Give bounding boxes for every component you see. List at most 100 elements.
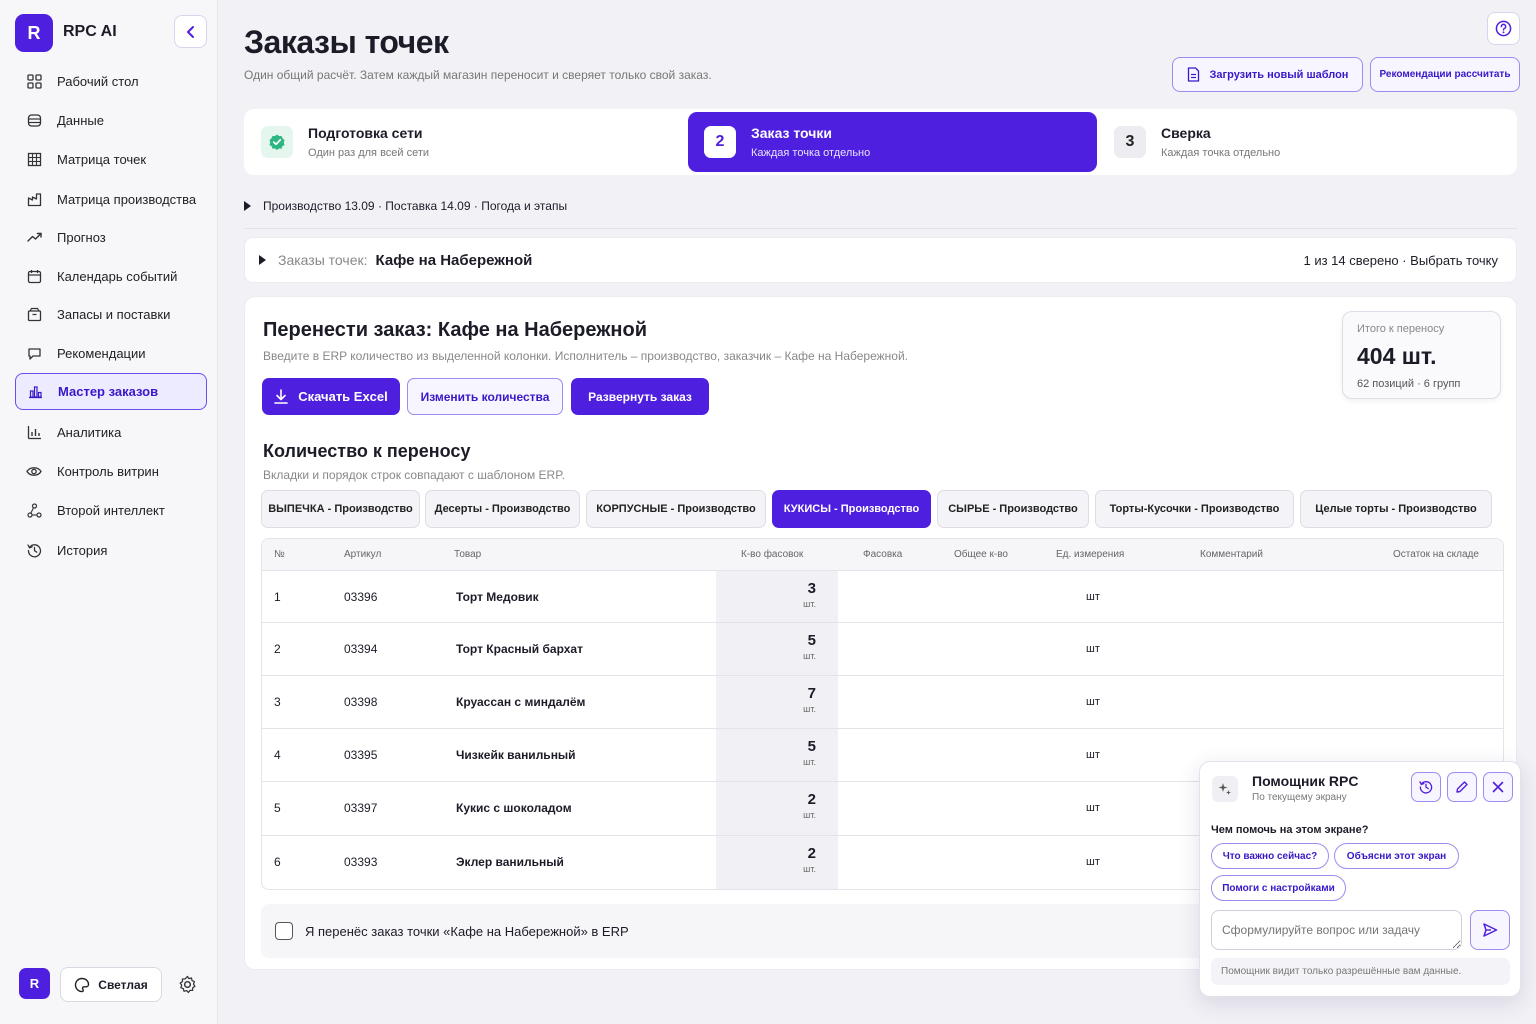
collapse-sidebar-button[interactable] (174, 15, 207, 48)
download-excel-label: Скачать Excel (298, 389, 388, 404)
tab-raw-materials[interactable]: СЫРЬЕ - Производство (937, 490, 1089, 528)
sidebar-item-analytics[interactable]: Аналитика (15, 414, 207, 451)
expand-order-button[interactable]: Развернуть заказ (571, 378, 709, 415)
sidebar-item-label: Данные (57, 113, 104, 128)
bar-chart-icon (27, 384, 43, 400)
recommendations-calc-button[interactable]: Рекомендации рассчитать (1370, 57, 1520, 92)
total-summary: Итого к переносу 404 шт. 62 позиций · 6 … (1342, 311, 1501, 399)
expand-order-label: Развернуть заказ (588, 389, 692, 404)
transfer-confirm-label[interactable]: Я перенёс заказ точки «Кафе на Набережно… (305, 924, 629, 939)
expand-triangle-icon (259, 255, 266, 265)
sidebar-item-point-matrix[interactable]: Матрица точек (15, 141, 207, 178)
store-progress[interactable]: 1 из 14 сверено · Выбрать точку (1304, 253, 1499, 268)
tab-bakery[interactable]: ВЫПЕЧКА - Производство (261, 490, 420, 528)
step-subtitle: Один раз для всей сети (308, 147, 430, 159)
app-name: RPC AI (63, 23, 117, 40)
assistant-new-chat-button[interactable] (1447, 772, 1477, 802)
qty-unit: шт. (803, 651, 816, 661)
sidebar-item-dashboard[interactable]: Рабочий стол (15, 63, 207, 100)
chip-explain-screen[interactable]: Объясни этот экран (1334, 843, 1459, 869)
table-row: 1 03396 Торт Медовик 3 шт. шт (262, 571, 1503, 623)
theme-toggle-button[interactable]: Светлая (60, 967, 162, 1002)
edit-quantities-button[interactable]: Изменить количества (407, 378, 563, 415)
qty-value: 5 (807, 738, 816, 755)
factory-icon (26, 192, 42, 208)
gear-icon (179, 975, 196, 994)
tab-cake-slices[interactable]: Торты-Кусочки - Производство (1095, 490, 1294, 528)
row-product: Торт Красный бархат (456, 642, 583, 656)
col-product: Товар (454, 549, 482, 560)
sidebar-item-recommendations[interactable]: Рекомендации (15, 335, 207, 372)
sidebar-item-label: Прогноз (57, 230, 106, 245)
assistant-close-button[interactable] (1483, 772, 1513, 802)
transfer-confirm-checkbox[interactable] (275, 922, 293, 940)
tab-cookies[interactable]: КУКИСЫ - Производство (772, 490, 931, 528)
qty-unit: шт. (803, 810, 816, 820)
assistant-subtitle: По текущему экрану (1252, 792, 1347, 803)
qty-unit: шт. (803, 704, 816, 714)
assistant-input[interactable] (1211, 910, 1462, 950)
row-number: 4 (274, 748, 281, 762)
row-product: Круассан с миндалём (456, 695, 586, 709)
row-number: 6 (274, 855, 281, 869)
edit-quantities-label: Изменить количества (420, 389, 550, 404)
sidebar-item-production-matrix[interactable]: Матрица производства (15, 181, 207, 218)
step-reconciliation[interactable]: 3 Сверка Каждая точка отдельно (1114, 109, 1280, 175)
upload-template-button[interactable]: Загрузить новый шаблон (1172, 57, 1363, 92)
step-network-prep[interactable]: Подготовка сети Один раз для всей сети (261, 109, 429, 175)
store-selector-bar[interactable]: Заказы точек: Кафе на Набережной 1 из 14… (244, 237, 1517, 283)
history-icon (26, 543, 42, 559)
history-icon (1419, 781, 1433, 794)
sidebar-item-events-calendar[interactable]: Календарь событий (15, 258, 207, 295)
row-unit: шт (1086, 696, 1100, 708)
sidebar-item-label: Матрица точек (57, 152, 147, 167)
production-details-toggle[interactable]: Производство 13.09 · Поставка 14.09 · По… (244, 199, 567, 213)
row-number: 2 (274, 642, 281, 656)
chat-icon (26, 346, 42, 362)
pencil-icon (1456, 781, 1468, 793)
sidebar-item-data[interactable]: Данные (15, 102, 207, 139)
help-button[interactable] (1487, 12, 1520, 45)
row-qty: 5 шт. (716, 738, 816, 767)
qty-unit: шт. (803, 757, 816, 767)
assistant-history-button[interactable] (1411, 772, 1441, 802)
tab-whole-cakes[interactable]: Целые торты - Производство (1300, 490, 1492, 528)
sidebar-item-showcase-control[interactable]: Контроль витрин (15, 453, 207, 490)
step-number: 3 (1114, 126, 1146, 158)
step-point-order[interactable]: 2 Заказ точки Каждая точка отдельно (688, 112, 1097, 172)
trend-icon (26, 230, 42, 246)
row-product: Торт Медовик (456, 590, 539, 604)
total-value: 404 шт. (1357, 343, 1437, 369)
document-icon (1187, 67, 1199, 82)
sidebar-item-label: Рабочий стол (57, 74, 139, 89)
row-sku: 03398 (344, 695, 378, 709)
sidebar-item-label: Матрица производства (57, 192, 197, 207)
palette-icon (75, 977, 90, 992)
sidebar-item-stock[interactable]: Запасы и поставки (15, 296, 207, 333)
row-qty: 5 шт. (716, 632, 816, 661)
row-sku: 03395 (344, 748, 378, 762)
sidebar-item-second-brain[interactable]: Второй интеллект (15, 492, 207, 529)
row-unit: шт (1086, 802, 1100, 814)
download-excel-button[interactable]: Скачать Excel (262, 378, 400, 415)
settings-button[interactable] (178, 975, 197, 994)
row-sku: 03396 (344, 590, 378, 604)
step-subtitle: Каждая точка отдельно (751, 147, 871, 159)
sidebar-item-forecast[interactable]: Прогноз (15, 219, 207, 256)
user-avatar[interactable]: R (19, 968, 50, 999)
row-product: Эклер ванильный (456, 855, 564, 869)
chip-help-settings[interactable]: Помоги с настройками (1211, 875, 1346, 901)
calendar-icon (26, 269, 42, 285)
row-sku: 03397 (344, 801, 378, 815)
row-unit: шт (1086, 643, 1100, 655)
sidebar-item-label: Календарь событий (57, 269, 178, 284)
sidebar-item-order-wizard[interactable]: Мастер заказов (15, 373, 207, 410)
send-button[interactable] (1470, 910, 1510, 950)
sparkle-icon (1212, 776, 1238, 802)
tab-desserts[interactable]: Десерты - Производство (425, 490, 580, 528)
qty-value: 7 (807, 685, 816, 702)
sidebar-item-label: История (57, 543, 108, 558)
sidebar-item-history[interactable]: История (15, 532, 207, 569)
chip-what-important[interactable]: Что важно сейчас? (1211, 843, 1329, 869)
tab-korpusnye[interactable]: КОРПУСНЫЕ - Производство (586, 490, 766, 528)
